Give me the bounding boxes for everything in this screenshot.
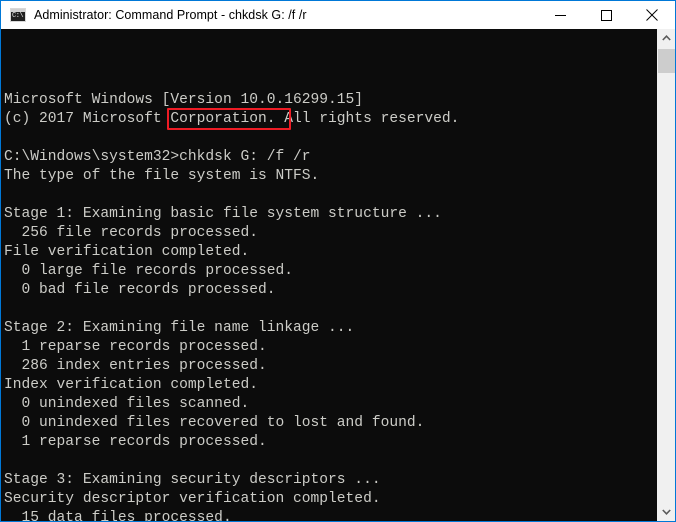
console-line: Stage 1: Examining basic file system str… xyxy=(4,206,442,222)
console-line: 0 unindexed files scanned. xyxy=(4,396,250,412)
console-line: Microsoft Windows [Version 10.0.16299.15… xyxy=(4,92,364,108)
console-output[interactable]: Microsoft Windows [Version 10.0.16299.15… xyxy=(1,29,657,521)
command-prompt-window: C:\ Administrator: Command Prompt - chkd… xyxy=(0,0,676,522)
title-bar[interactable]: C:\ Administrator: Command Prompt - chkd… xyxy=(1,0,675,29)
console-line: Security descriptor verification complet… xyxy=(4,491,381,507)
window-title: Administrator: Command Prompt - chkdsk G… xyxy=(34,8,307,22)
close-button[interactable] xyxy=(629,1,675,30)
command-prompt-icon: C:\ xyxy=(10,8,26,22)
minimize-button[interactable] xyxy=(537,1,583,30)
console-line: Stage 2: Examining file name linkage ... xyxy=(4,320,355,336)
console-line: 286 index entries processed. xyxy=(4,358,267,374)
console-line: 0 bad file records processed. xyxy=(4,282,276,298)
console-line: (c) 2017 Microsoft Corporation. All righ… xyxy=(4,111,460,127)
console-line: 0 unindexed files recovered to lost and … xyxy=(4,415,425,431)
console-line: 0 large file records processed. xyxy=(4,263,294,279)
maximize-button[interactable] xyxy=(583,1,629,30)
scrollbar-track[interactable] xyxy=(658,47,675,503)
scroll-up-arrow[interactable] xyxy=(658,29,675,47)
vertical-scrollbar[interactable] xyxy=(657,29,675,521)
console-line: 1 reparse records processed. xyxy=(4,339,267,355)
console-line: File verification completed. xyxy=(4,244,250,260)
console-line: Stage 3: Examining security descriptors … xyxy=(4,472,381,488)
console-line: Index verification completed. xyxy=(4,377,258,393)
console-area[interactable]: Microsoft Windows [Version 10.0.16299.15… xyxy=(1,29,675,521)
console-line: 256 file records processed. xyxy=(4,225,258,241)
console-line: 1 reparse records processed. xyxy=(4,434,267,450)
console-line: C:\Windows\system32>chkdsk G: /f /r xyxy=(4,149,311,165)
icon-prompt-glyph: C:\ xyxy=(12,12,24,20)
console-line: The type of the file system is NTFS. xyxy=(4,168,320,184)
console-line: 15 data files processed. xyxy=(4,510,232,521)
scroll-down-arrow[interactable] xyxy=(658,503,675,521)
scrollbar-thumb[interactable] xyxy=(658,49,675,73)
